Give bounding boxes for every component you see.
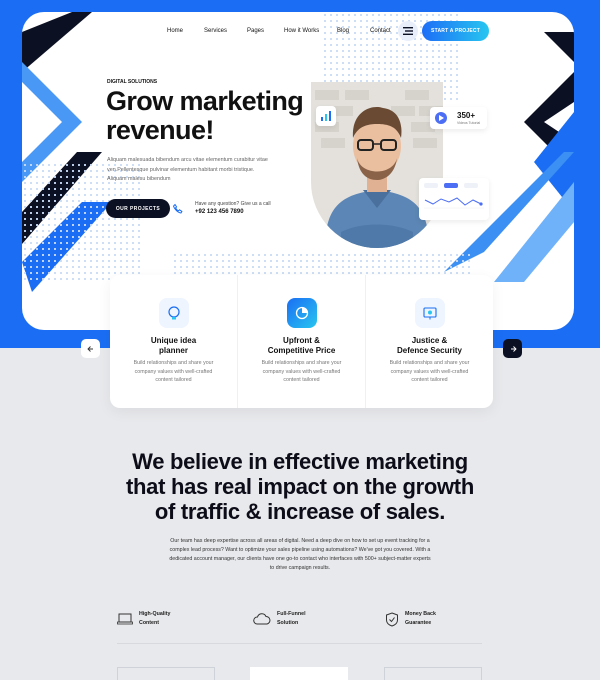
shield-icon: [386, 611, 398, 627]
stat-item: Full-Funnel Solution: [253, 610, 306, 628]
line-chart-card: [419, 178, 489, 220]
arrow-right-icon: [510, 345, 517, 352]
nav-blog[interactable]: Blog: [337, 28, 349, 34]
features-panel: Unique idea planner Build relationships a…: [110, 275, 493, 408]
feature-text: Build relationships and share your compan…: [261, 360, 342, 383]
hero-title-line: revenue!: [106, 115, 214, 145]
stat-item: Money Back Guarantee: [385, 610, 436, 628]
arrow-left-icon: [86, 345, 93, 352]
feature-card: Upfront & Competitive Price Build relatio…: [237, 275, 365, 408]
divider: [117, 643, 482, 644]
hero-description: Aliquam malesuada bibendum arcu vitae el…: [107, 156, 282, 185]
feature-title: Unique idea planner: [150, 336, 197, 355]
security-icon: [414, 298, 445, 328]
hamburger-icon: [403, 27, 413, 35]
feature-text: Build relationships and share your compan…: [389, 360, 470, 383]
tutorial-label: Videos Tutorial: [457, 121, 481, 125]
statement-heading: We believe in effective marketing that h…: [126, 449, 474, 524]
tutorial-card: 350+ Videos Tutorial: [430, 107, 487, 129]
our-projects-button[interactable]: OUR PROJECTS: [106, 199, 170, 218]
bar-chart-icon: [321, 111, 331, 121]
feature-title: Upfront & Competitive Price: [267, 336, 336, 355]
hero-eyebrow: DIGITAL SOLUTIONS: [107, 79, 158, 85]
price-chart-icon: [286, 298, 317, 328]
phone-icon[interactable]: [172, 203, 184, 215]
bottom-card-outline: [384, 667, 482, 680]
bottom-card-outline: [117, 667, 215, 680]
cloud-icon: [253, 613, 271, 625]
nav-how-it-works[interactable]: How it Works: [284, 28, 319, 34]
hero-title-line: Grow marketing: [106, 86, 304, 116]
nav-home[interactable]: Home: [167, 28, 183, 34]
nav-contact[interactable]: Contact: [370, 28, 391, 34]
hero-title: Grow marketing revenue!: [106, 87, 326, 145]
feature-card: Unique idea planner Build relationships a…: [110, 275, 237, 408]
menu-button[interactable]: [398, 21, 418, 41]
next-arrow-button[interactable]: [503, 339, 522, 358]
tutorial-count: 350+: [457, 111, 476, 120]
statement-paragraph: Our team has deep expertise across all a…: [169, 538, 431, 571]
feature-card: Justice & Defence Security Build relation…: [365, 275, 493, 408]
nav-pages[interactable]: Pages: [247, 28, 264, 34]
stat-item: High-Quality Content: [117, 610, 171, 628]
stats-card: [316, 106, 336, 126]
nav-services[interactable]: Services: [204, 28, 227, 34]
hero-description-line: Aliquam malesuada bibendum arcu vitae el…: [107, 157, 268, 163]
phone-number[interactable]: +92 123 456 7890: [195, 209, 244, 215]
prev-arrow-button[interactable]: [81, 339, 100, 358]
content-icon: [117, 613, 133, 625]
hero-description-line: ven.Pellentesque pulvinar elementum habi…: [107, 166, 255, 173]
idea-icon: [158, 298, 189, 328]
line-chart-graphic: [424, 183, 484, 209]
feature-title: Justice & Defence Security: [397, 336, 462, 355]
call-question: Have any question? Give us a call: [195, 201, 271, 207]
hero-description-line: Aliquam malesu bibendum: [107, 176, 171, 182]
feature-text: Build relationships and share your compan…: [133, 360, 214, 383]
bottom-card-outline: [250, 667, 348, 680]
play-icon[interactable]: [435, 112, 447, 124]
start-project-button[interactable]: START A PROJECT: [422, 21, 489, 41]
